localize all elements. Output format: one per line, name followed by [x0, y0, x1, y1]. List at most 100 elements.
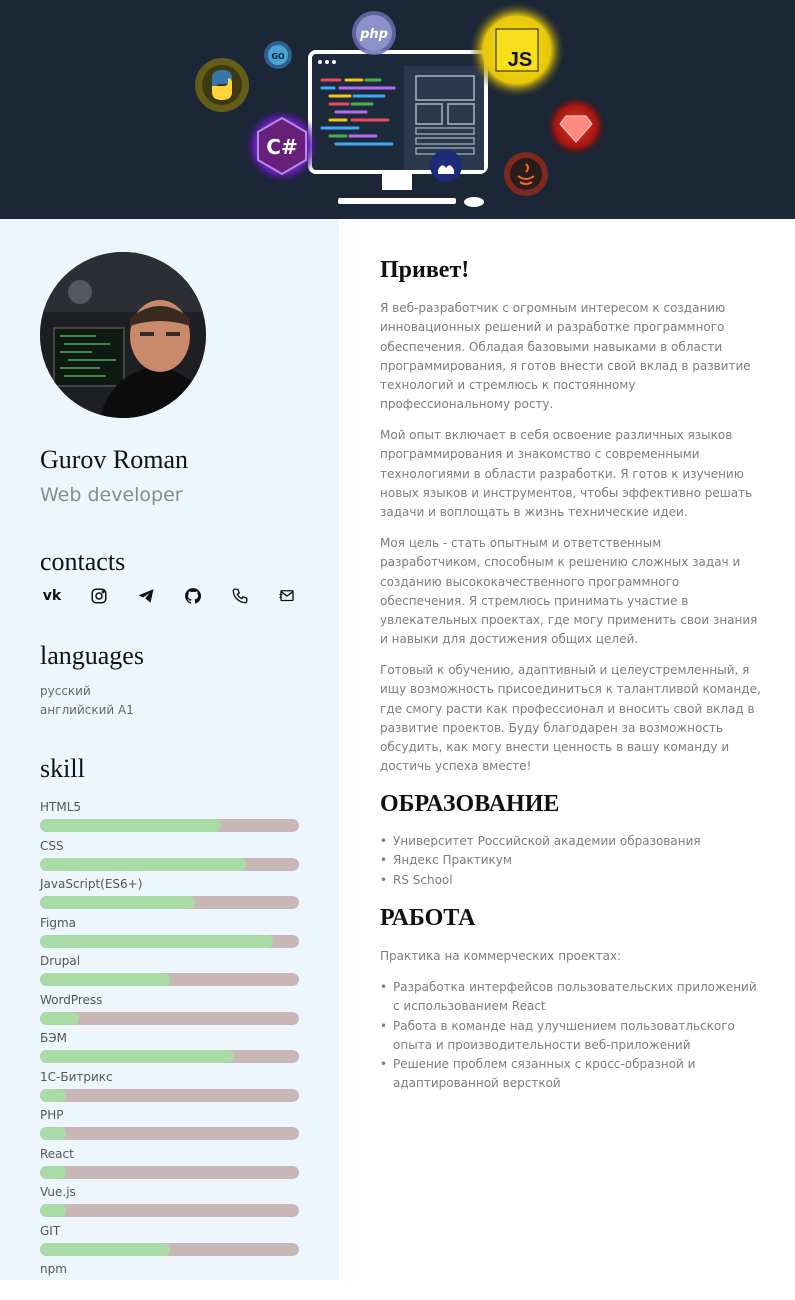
svg-text:C#: C# [266, 135, 297, 159]
skill-bar [40, 819, 299, 832]
about-paragraph: Я веб-разработчик с огромным интересом к… [380, 301, 751, 412]
skill-bar-fill [40, 1165, 66, 1179]
mail-icon[interactable] [275, 586, 299, 606]
education-item: RS School [380, 871, 765, 891]
csharp-icon: C# [244, 108, 320, 184]
svg-text:GO: GO [271, 52, 285, 61]
skill-bar-fill [40, 1204, 66, 1217]
php-icon: php [352, 11, 396, 55]
education-list: Университет Российской академии образова… [380, 832, 765, 890]
skill-item: Vue.js [40, 1184, 299, 1223]
skill-item: PHP [40, 1107, 299, 1146]
education-item: Университет Российской академии образова… [380, 832, 765, 852]
python-icon [195, 58, 249, 112]
tech-illustration: JS php GO C# [195, 2, 606, 207]
language-item: русский [40, 684, 91, 698]
about-paragraph: Мой опыт включает в себя освоение различ… [380, 428, 753, 520]
vk-icon[interactable]: vk [40, 586, 64, 606]
skill-bar [40, 1050, 299, 1063]
education-title: ОБРАЗОВАНИЕ [380, 791, 560, 817]
education-item: Яндекс Практикум [380, 851, 765, 871]
phone-icon[interactable] [228, 586, 252, 606]
skill-name: PHP [40, 1108, 64, 1122]
skill-name: HTML5 [40, 800, 82, 814]
skill-name: 1C-Битрикс [40, 1069, 113, 1084]
skill-name: npm [40, 1262, 67, 1276]
work-item: Работа в команде над улучшением пользова… [380, 1017, 765, 1056]
skill-bar-fill [40, 1088, 66, 1102]
java-icon [504, 152, 548, 196]
main-content: Привет! Я веб-разработчик с огромным инт… [339, 219, 795, 1280]
skill-item: npm [40, 1261, 299, 1300]
work-item: Решение проблем сязанных с кросс-образно… [380, 1055, 765, 1094]
skill-bar [40, 1127, 299, 1140]
skill-bar-fill [40, 1011, 79, 1025]
header-banner: JS php GO C# [0, 0, 795, 219]
skill-item: HTML5 [40, 799, 299, 838]
skill-name: JavaScript(ES6+) [40, 877, 143, 891]
greeting-title: Привет! [380, 257, 470, 283]
svg-text:JS: JS [508, 49, 532, 71]
skill-bar [40, 1204, 299, 1217]
skill-bar [40, 1088, 299, 1102]
skill-name: БЭМ [40, 1031, 67, 1045]
work-item: Разработка интерфейсов пользовательских … [380, 978, 765, 1017]
telegram-icon[interactable] [134, 586, 158, 606]
avatar [40, 252, 206, 418]
skill-bar-fill [40, 896, 196, 909]
skill-bar-fill [40, 819, 222, 832]
camel-icon [430, 150, 462, 182]
skill-name: GIT [40, 1223, 61, 1238]
skill-item: Drupal [40, 953, 299, 992]
skill-bar-fill [40, 1242, 170, 1256]
skill-name: CSS [40, 838, 64, 853]
profile-name: Gurov Roman [40, 445, 189, 474]
profile-role: Web developer [40, 484, 183, 506]
skills-list: HTML5 CSS JavaScript(ES6+) Figma Drupal WordP… [40, 799, 299, 1300]
skill-bar [40, 1242, 299, 1256]
ruby-icon [546, 96, 606, 156]
skill-name: React [40, 1146, 74, 1161]
github-icon[interactable] [181, 586, 205, 606]
skill-item: WordPress [40, 992, 299, 1031]
skill-item: 1C-Битрикс [40, 1069, 299, 1108]
languages-list: русский английский A1 [40, 682, 134, 720]
about-paragraph: Готовый к обучению, адаптивный и целеуст… [380, 663, 761, 774]
languages-title: languages [40, 641, 144, 670]
skill-item: БЭМ [40, 1030, 299, 1069]
work-list: Разработка интерфейсов пользовательских … [380, 978, 765, 1094]
svg-text:php: php [359, 27, 388, 42]
go-icon: GO [264, 41, 292, 69]
skill-bar-fill [40, 1050, 235, 1063]
sidebar: Gurov Roman Web developer contacts vk la… [0, 219, 339, 1280]
skill-bar-fill [40, 1127, 66, 1140]
about-paragraph: Моя цель - стать опытным и ответственным… [380, 536, 758, 647]
skill-bar [40, 934, 299, 948]
skill-bar-fill [40, 934, 274, 948]
skill-item: CSS [40, 838, 299, 877]
skill-bar-fill [40, 857, 248, 871]
skill-item: GIT [40, 1223, 299, 1262]
vk-glyph: vk [42, 588, 62, 604]
contacts-list: vk [40, 586, 299, 606]
language-item: английский A1 [40, 703, 134, 717]
work-title: РАБОТА [380, 905, 476, 931]
skill-name: Vue.js [40, 1185, 76, 1199]
skill-name: WordPress [40, 992, 103, 1007]
instagram-icon[interactable] [87, 586, 111, 606]
skills-title: skill [40, 754, 85, 783]
skill-name: Figma [40, 915, 77, 930]
skill-item: React [40, 1146, 299, 1185]
skill-bar [40, 896, 299, 909]
skill-bar [40, 973, 299, 986]
work-intro: Практика на коммерческих проектах: [380, 949, 622, 963]
js-icon: JS [469, 2, 565, 98]
monitor-icon [308, 50, 488, 207]
skill-item: Figma [40, 915, 299, 954]
skill-bar [40, 1165, 299, 1179]
skill-bar-fill [40, 973, 170, 986]
skill-name: Drupal [40, 954, 81, 968]
skill-bar [40, 1011, 299, 1025]
skill-item: JavaScript(ES6+) [40, 876, 299, 915]
contacts-title: contacts [40, 547, 126, 576]
